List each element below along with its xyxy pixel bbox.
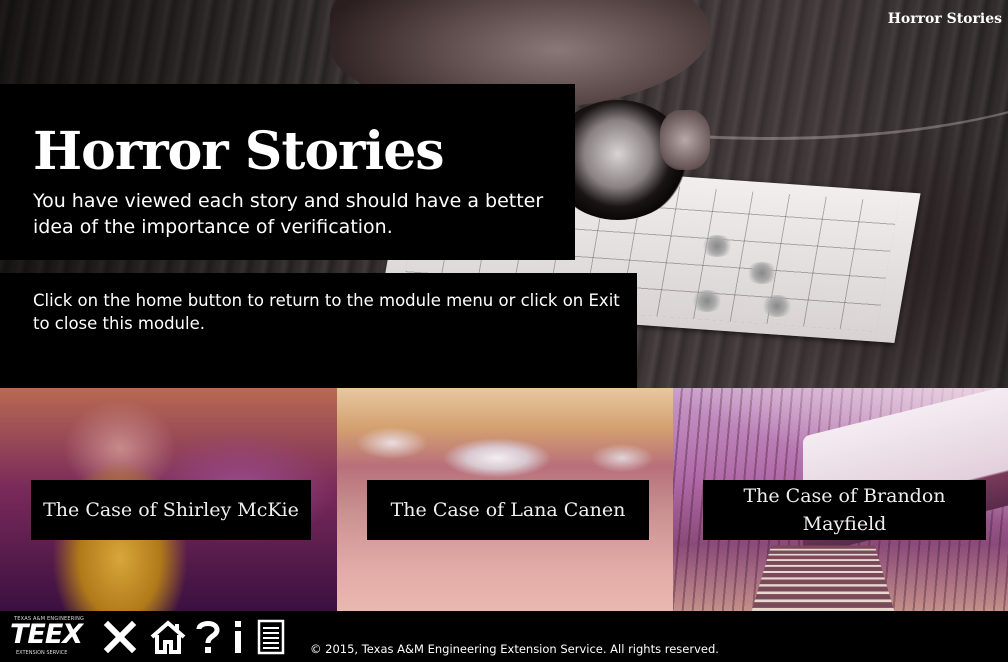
page-title: Horror Stories [33, 121, 445, 182]
help-button[interactable] [195, 618, 221, 656]
case-label[interactable]: The Case of Brandon Mayfield [703, 480, 986, 540]
footer-bar: TEXAS A&M ENGINEERING TEEX EXTENSION SER… [0, 611, 1008, 662]
teex-logo: TEXAS A&M ENGINEERING TEEX EXTENSION SER… [10, 616, 85, 656]
case-tile-shirley-mckie[interactable]: The Case of Shirley McKie [0, 388, 337, 611]
info-button[interactable] [228, 618, 248, 656]
summary-text: You have viewed each story and should ha… [33, 190, 544, 238]
copyright-text: © 2015, Texas A&M Engineering Extension … [310, 642, 719, 656]
case-tile-brandon-mayfield[interactable]: The Case of Brandon Mayfield [673, 388, 1008, 611]
instructions-text: Click on the home button to return to th… [33, 291, 620, 333]
home-button[interactable] [148, 618, 188, 656]
fingerprint-mark [690, 290, 724, 312]
case-tiles: The Case of Shirley McKie The Case of La… [0, 388, 1008, 611]
case-label[interactable]: The Case of Lana Canen [367, 480, 649, 540]
corner-title: Horror Stories [887, 11, 1002, 27]
fingerprint-mark [745, 262, 779, 284]
glossary-button[interactable] [256, 618, 286, 656]
question-icon [196, 621, 220, 653]
case-label[interactable]: The Case of Shirley McKie [31, 480, 311, 540]
title-panel: Horror Stories You have viewed each stor… [0, 84, 575, 260]
hero-banner: Horror Stories Horror Stories You have v… [0, 0, 1008, 388]
case-tile-lana-canen[interactable]: The Case of Lana Canen [337, 388, 673, 611]
fingerprint-mark [700, 235, 734, 257]
home-icon [150, 620, 186, 654]
instructions-panel: Click on the home button to return to th… [0, 273, 637, 388]
hand [660, 110, 710, 170]
document-icon [257, 619, 285, 655]
fingerprint-mark [760, 295, 794, 317]
info-icon [235, 621, 241, 653]
exit-button[interactable] [102, 618, 138, 656]
close-icon [103, 620, 137, 654]
